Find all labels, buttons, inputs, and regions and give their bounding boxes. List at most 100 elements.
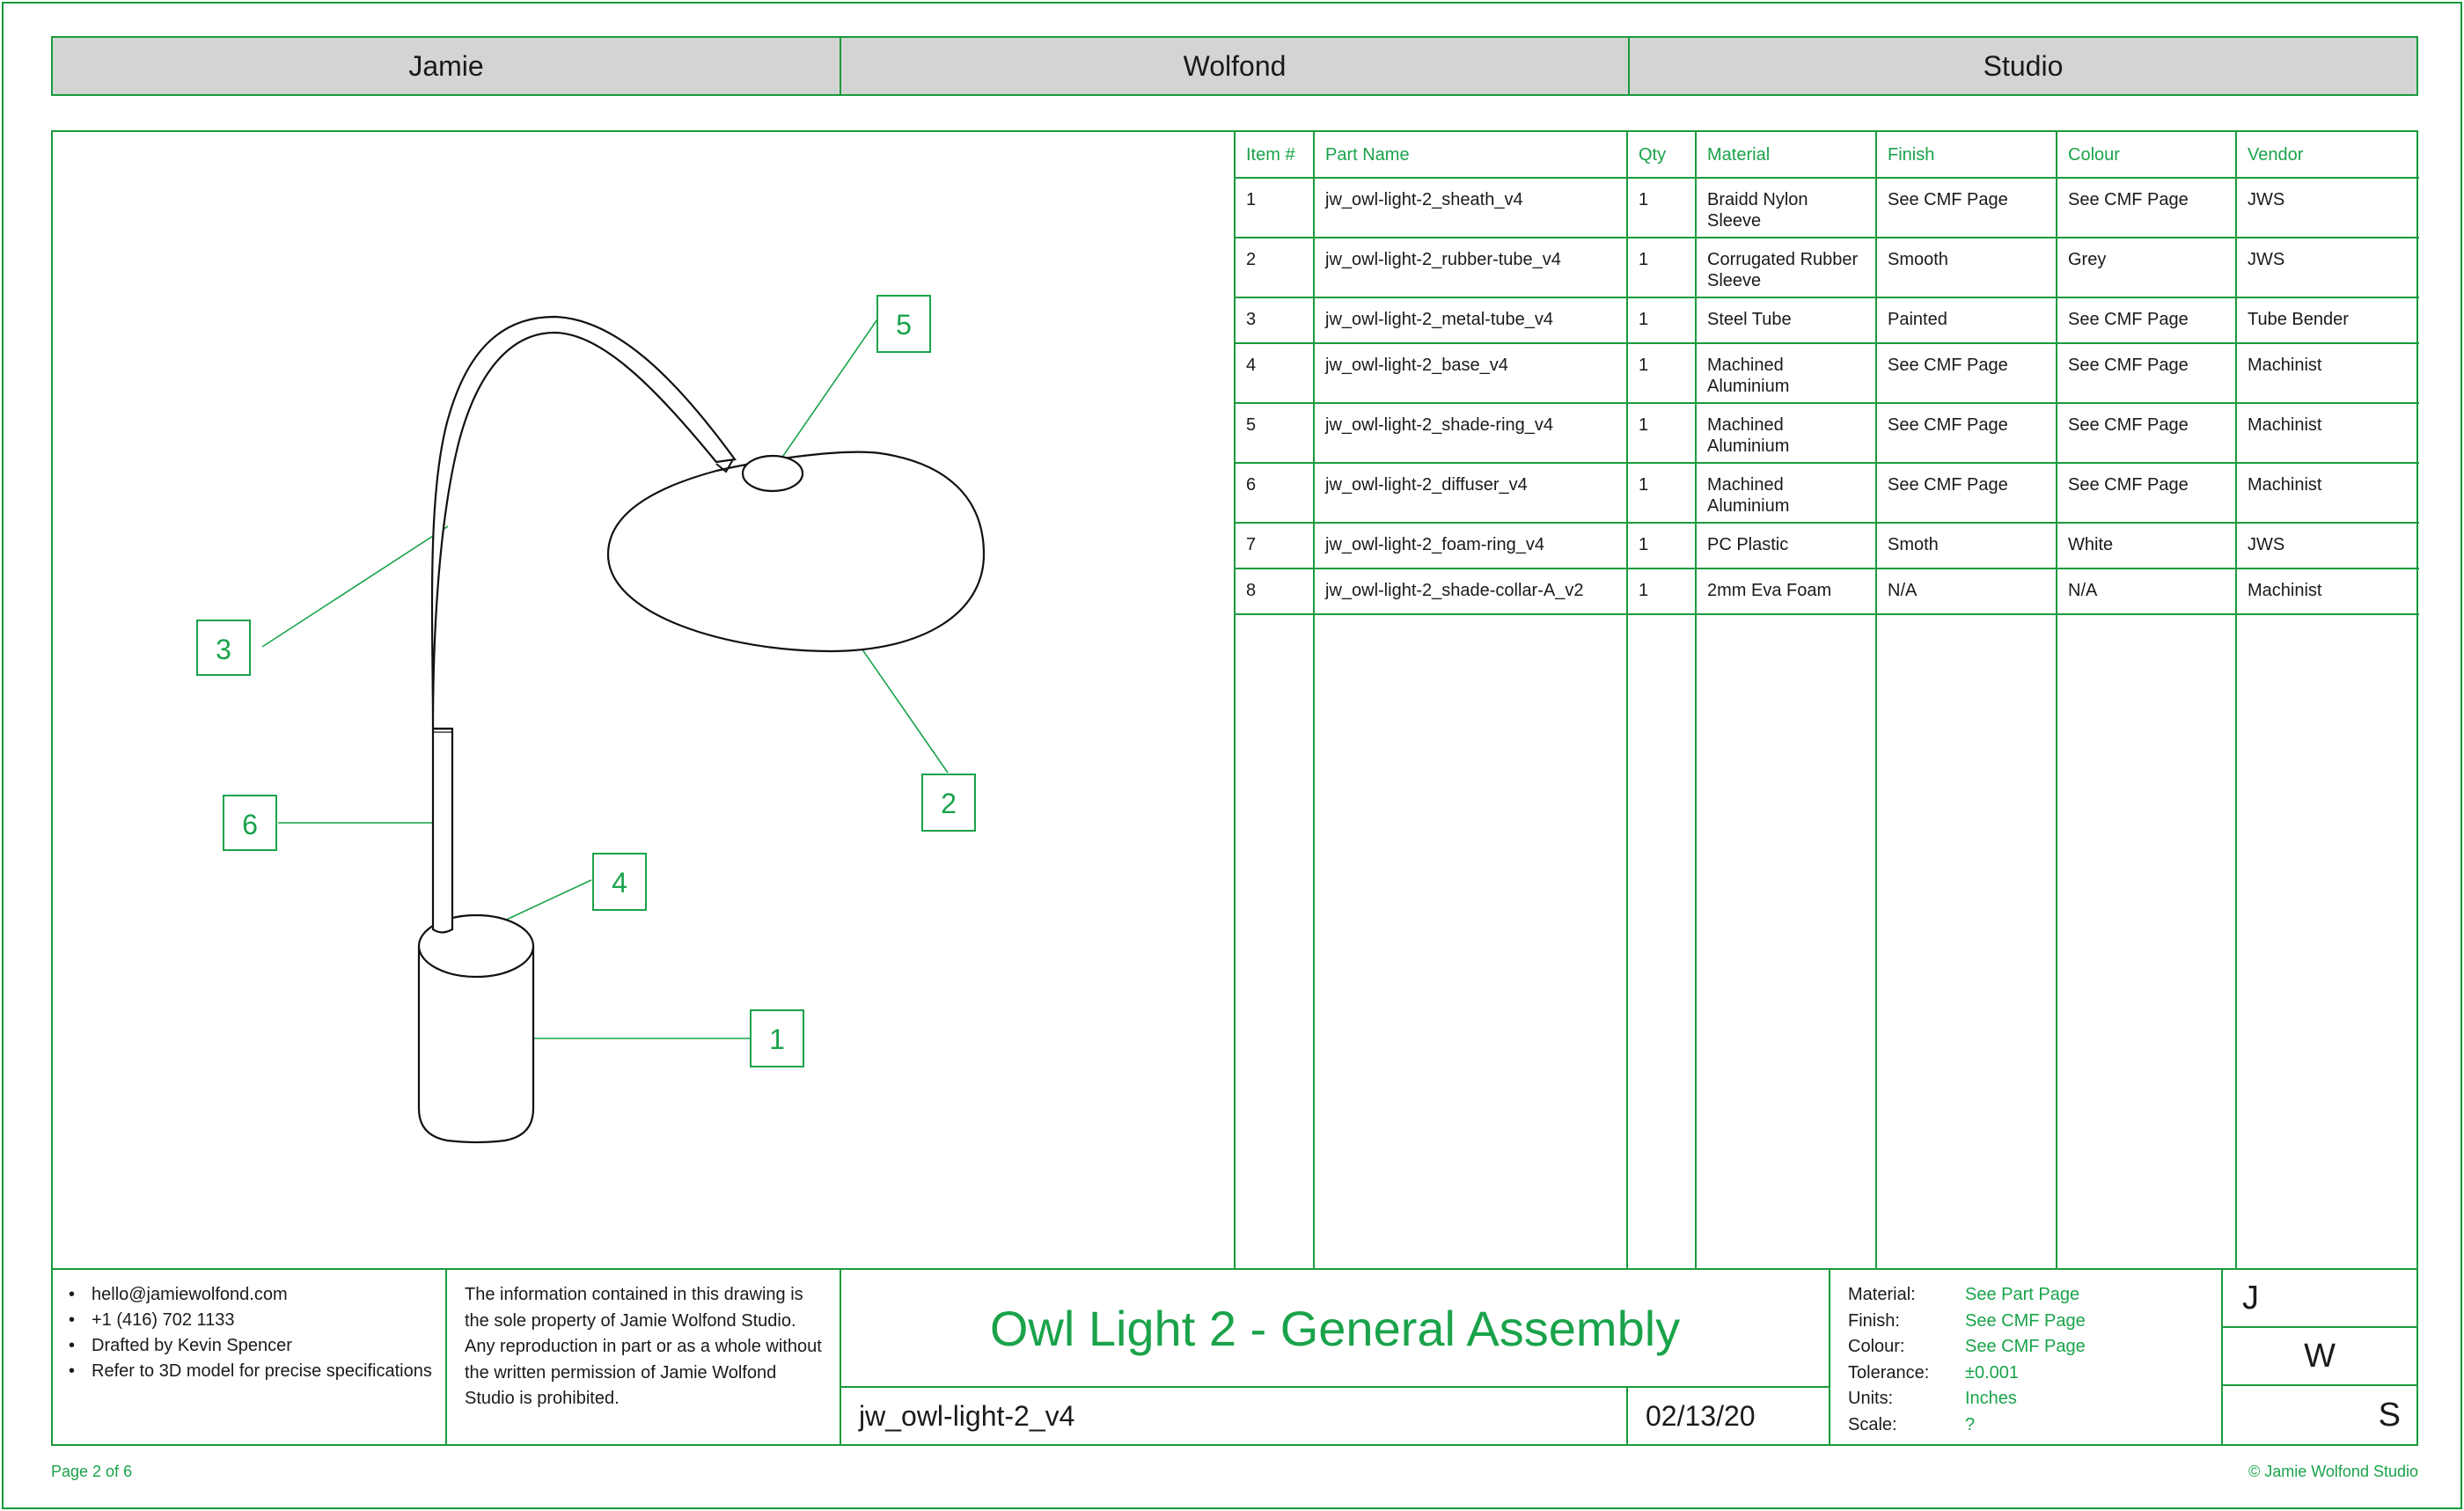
bom-cell: See CMF Page (2056, 463, 2236, 524)
bom-cell: Machined Aluminium (1695, 403, 1876, 464)
svg-text:5: 5 (896, 309, 912, 341)
bom-cell: Machinist (2235, 463, 2419, 524)
bom-cell: 1 (1626, 463, 1696, 524)
bom-cell: See CMF Page (2056, 403, 2236, 464)
title-block: hello@jamiewolfond.com +1 (416) 702 1133… (51, 1268, 2418, 1446)
bom-cell: 1 (1626, 343, 1696, 404)
bom-cell: Steel Tube (1695, 297, 1876, 344)
bom-cell: 2 (1234, 238, 1314, 298)
bom-cell: Machined Aluminium (1695, 343, 1876, 404)
bom-cell: 6 (1234, 463, 1314, 524)
bom-cell: See CMF Page (2056, 178, 2236, 238)
svg-text:6: 6 (242, 809, 258, 840)
svg-text:4: 4 (612, 867, 627, 899)
bom-col-item: Item # (1234, 132, 1314, 179)
bom-cell: Machinist (2235, 403, 2419, 464)
callout-4: 4 (592, 853, 647, 911)
spec-material: Material: See Part Page (1848, 1285, 2080, 1304)
bom-cell: See CMF Page (2056, 343, 2236, 404)
bom-cell: JWS (2235, 523, 2419, 569)
header-cell-wolfond: Wolfond (841, 38, 1630, 94)
bom-cell: jw_owl-light-2_foam-ring_v4 (1313, 523, 1627, 569)
bom-col-material: Material (1695, 132, 1876, 179)
bom-cell: White (2056, 523, 2236, 569)
svg-text:3: 3 (216, 634, 231, 665)
bom-cell: Grey (2056, 238, 2236, 298)
header-cell-studio: Studio (1983, 49, 2064, 82)
bom-cell: Smooth (1875, 238, 2057, 298)
bom-cell: PC Plastic (1695, 523, 1876, 569)
spec-finish: Finish: See CMF Page (1848, 1310, 2086, 1331)
bom-cell: Machinist (2235, 568, 2419, 615)
bom-cell: See CMF Page (1875, 403, 2057, 464)
bom-cell: 1 (1626, 238, 1696, 298)
contact-info: hello@jamiewolfond.com +1 (416) 702 1133… (53, 1270, 447, 1444)
drawing-date: 02/13/20 (1646, 1399, 1756, 1432)
table-row: 5 jw_owl-light-2_shade-ring_v4 1 Machine… (1234, 403, 2419, 464)
table-row: 8 jw_owl-light-2_shade-collar-A_v2 1 2mm… (1234, 568, 2419, 615)
page-indicator: Page 2 of 6 (51, 1463, 133, 1480)
bom-cell: See CMF Page (2056, 297, 2236, 344)
bom-cell: 7 (1234, 523, 1314, 569)
contact-email: hello@jamiewolfond.com (69, 1282, 445, 1308)
bom-cell: 1 (1626, 297, 1696, 344)
bom-cell: Braidd Nylon Sleeve (1695, 178, 1876, 238)
bom-cell: 1 (1626, 523, 1696, 569)
bom-cell: Machinist (2235, 343, 2419, 404)
table-row: 7 jw_owl-light-2_foam-ring_v4 1 PC Plast… (1234, 523, 2419, 569)
bom-cell: N/A (1875, 568, 2057, 615)
callout-3: 3 (196, 620, 251, 676)
assembly-drawing: 3 6 4 1 5 2 (53, 132, 1236, 1270)
callout-1: 1 (750, 1009, 804, 1067)
studio-logo: J W S (2223, 1270, 2416, 1444)
spec-units: Units: Inches (1848, 1389, 2017, 1408)
bom-cell: JWS (2235, 178, 2419, 238)
bom-header-row: Item # Part Name Qty Material Finish Col… (1234, 132, 2419, 179)
spec-colour: Colour: See CMF Page (1848, 1337, 2086, 1356)
bom-cell: 1 (1626, 568, 1696, 615)
bom-cell: N/A (2056, 568, 2236, 615)
main-frame: 3 6 4 1 5 2 Item # Part Name Qty Materia… (51, 130, 2419, 1270)
bom-col-vendor: Vendor (2235, 132, 2419, 179)
bom-cell: Tube Bender (2235, 297, 2419, 344)
spec-list: Material: See Part Page Finish: See CMF Pa… (1829, 1270, 2223, 1444)
table-row: 3 jw_owl-light-2_metal-tube_v4 1 Steel T… (1234, 297, 2419, 344)
bom-cell: 1 (1626, 403, 1696, 464)
bom-col-colour: Colour (2056, 132, 2236, 179)
part-number: jw_owl-light-2_v4 (841, 1388, 1628, 1444)
bom-cell: jw_owl-light-2_diffuser_v4 (1313, 463, 1627, 524)
bom-cell: See CMF Page (1875, 463, 2057, 524)
header-cell-jamie: Jamie (53, 38, 841, 94)
logo-letter-j: J (2223, 1270, 2416, 1328)
table-row: 2 jw_owl-light-2_rubber-tube_v4 1 Corrug… (1234, 238, 2419, 298)
bom-cell: 3 (1234, 297, 1314, 344)
proprietary-notice: The information contained in this drawin… (447, 1270, 841, 1444)
bom-cell: 1 (1626, 178, 1696, 238)
table-row: 6 jw_owl-light-2_diffuser_v4 1 Machined … (1234, 463, 2419, 524)
bom-col-finish: Finish (1875, 132, 2057, 179)
svg-text:1: 1 (769, 1023, 785, 1055)
bom-cell: jw_owl-light-2_base_v4 (1313, 343, 1627, 404)
bom-cell: JWS (2235, 238, 2419, 298)
drawing-title: Owl Light 2 - General Assembly (841, 1270, 1829, 1388)
bill-of-materials: Item # Part Name Qty Material Finish Col… (1234, 132, 2419, 1270)
bom-cell: jw_owl-light-2_sheath_v4 (1313, 178, 1627, 238)
bom-table: Item # Part Name Qty Material Finish Col… (1234, 132, 2419, 615)
bom-cell: Corrugated Rubber Sleeve (1695, 238, 1876, 298)
contact-note: Refer to 3D model for precise specificat… (69, 1359, 445, 1384)
bom-cell: See CMF Page (1875, 178, 2057, 238)
callout-6: 6 (223, 795, 277, 851)
bom-cell: See CMF Page (1875, 343, 2057, 404)
callout-5: 5 (876, 295, 931, 353)
bom-cell: 8 (1234, 568, 1314, 615)
bom-cell: 2mm Eva Foam (1695, 568, 1876, 615)
contact-drafter: Drafted by Kevin Spencer (69, 1333, 445, 1359)
svg-text:2: 2 (941, 788, 957, 819)
spec-scale: Scale:? (1848, 1414, 1976, 1434)
bom-cell: Smoth (1875, 523, 2057, 569)
spec-tolerance: Tolerance: ±0.001 (1848, 1362, 2020, 1383)
bom-cell: Painted (1875, 297, 2057, 344)
bom-cell: Machined Aluminium (1695, 463, 1876, 524)
bom-cell: 5 (1234, 403, 1314, 464)
table-row: 1 jw_owl-light-2_sheath_v4 1 Braidd Nylo… (1234, 178, 2419, 238)
